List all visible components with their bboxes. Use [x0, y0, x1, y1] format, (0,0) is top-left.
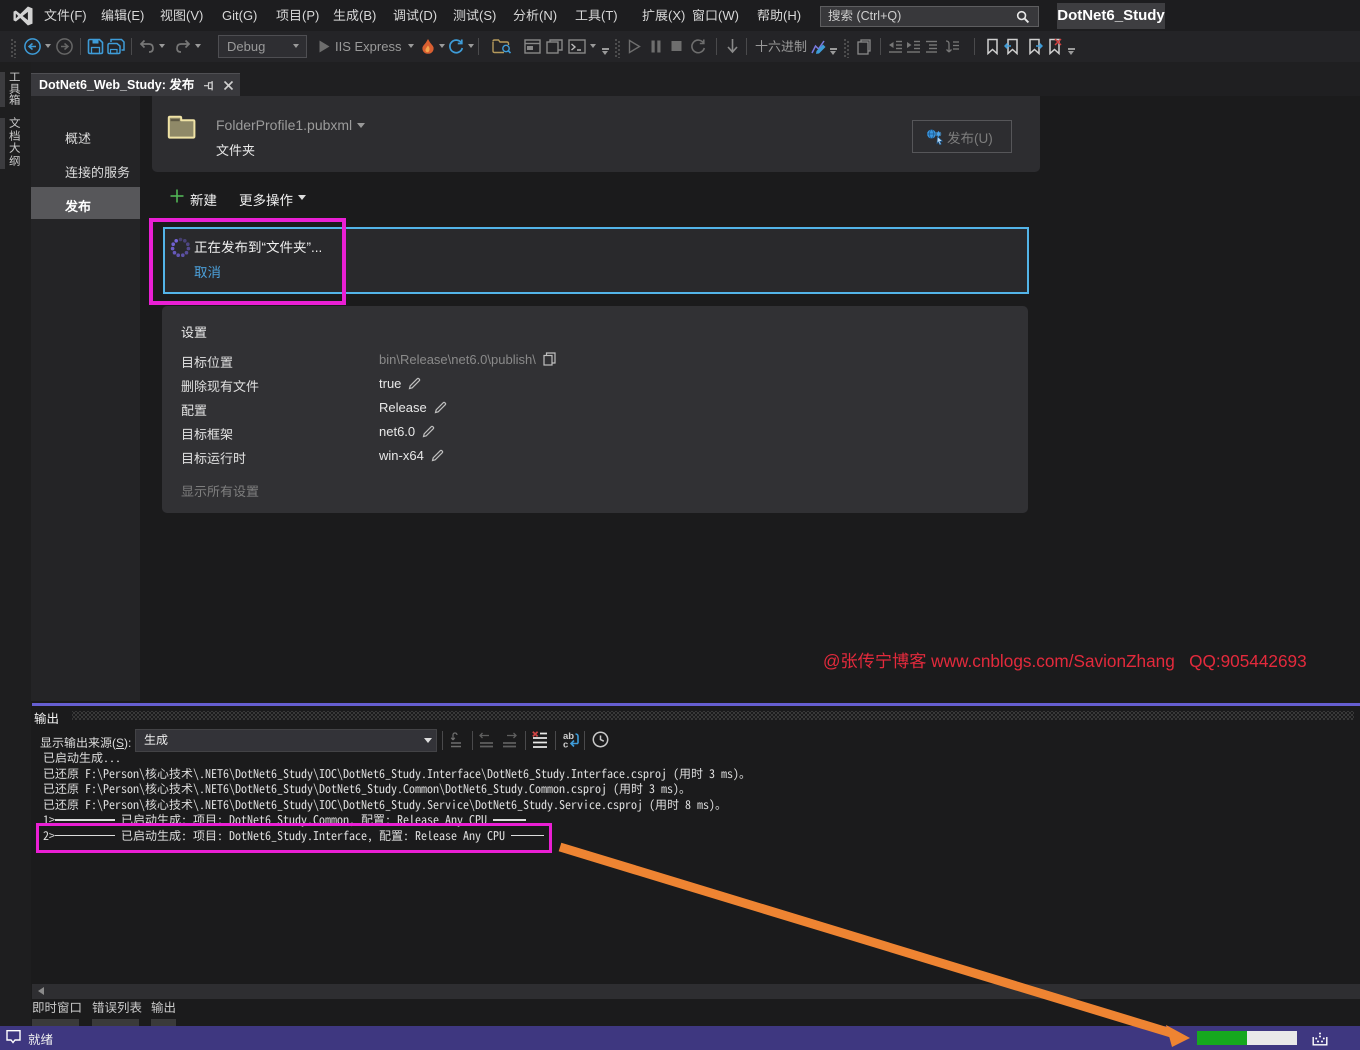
svg-text:c: c [563, 740, 568, 750]
